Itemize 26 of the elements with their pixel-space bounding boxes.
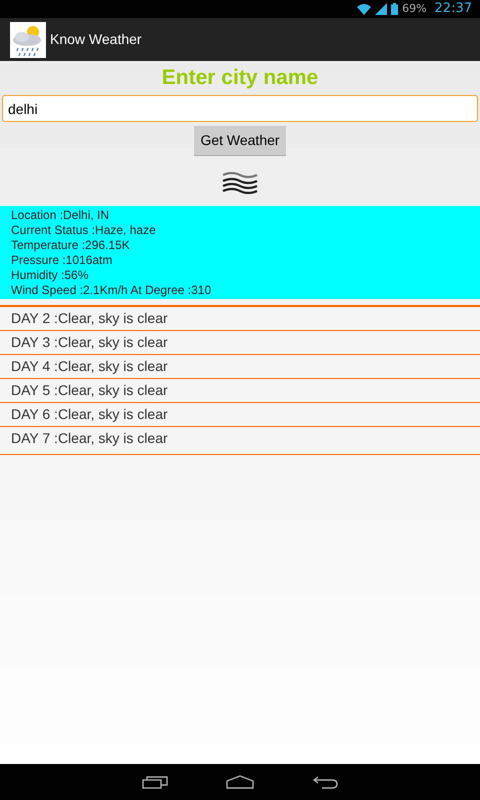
haze-icon — [222, 172, 258, 194]
city-input-field[interactable]: delhi — [2, 95, 478, 122]
recent-apps-icon[interactable] — [142, 775, 168, 789]
weather-detail: Current Status :Haze, haze — [11, 223, 157, 238]
home-icon[interactable] — [226, 775, 254, 789]
heading: Enter city name — [160, 65, 320, 91]
forecast-row[interactable]: DAY 6 :Clear, sky is clear — [0, 403, 480, 427]
weather-detail: Wind Speed :2.1Km/h At Degree :310 — [11, 283, 212, 298]
app-title: Know Weather — [50, 30, 142, 49]
back-icon[interactable] — [312, 775, 338, 789]
forecast-row[interactable]: DAY 2 :Clear, sky is clear — [0, 307, 480, 331]
forecast-row[interactable]: DAY 5 :Clear, sky is clear — [0, 379, 480, 403]
weather-detail: Pressure :1016atm — [11, 253, 114, 268]
weather-detail: Humidity :56% — [11, 268, 90, 283]
weather-detail: Temperature :296.15K — [11, 238, 131, 253]
weather-detail: Location :Delhi, IN — [11, 208, 110, 223]
forecast-row[interactable]: DAY 4 :Clear, sky is clear — [0, 355, 480, 379]
forecast-row[interactable]: DAY 3 :Clear, sky is clear — [0, 331, 480, 355]
battery-percent: 69% — [402, 0, 427, 17]
get-weather-button[interactable]: Get Weather — [194, 126, 286, 156]
battery-icon — [391, 3, 398, 15]
cloud-sun-rain-icon — [10, 22, 46, 58]
forecast-row[interactable]: DAY 7 :Clear, sky is clear — [0, 427, 480, 455]
wifi-icon — [357, 4, 372, 14]
signal-icon — [375, 3, 388, 15]
clock: 22:37 — [434, 0, 472, 18]
